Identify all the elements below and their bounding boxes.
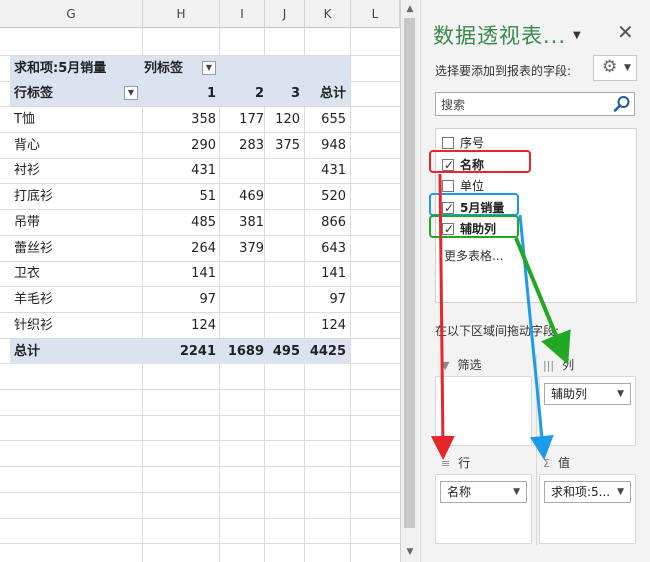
blue-arrow: [518, 214, 554, 460]
red-arrow: [430, 173, 455, 460]
green-arrow: [514, 237, 571, 365]
annotation-arrows: [430, 173, 571, 460]
